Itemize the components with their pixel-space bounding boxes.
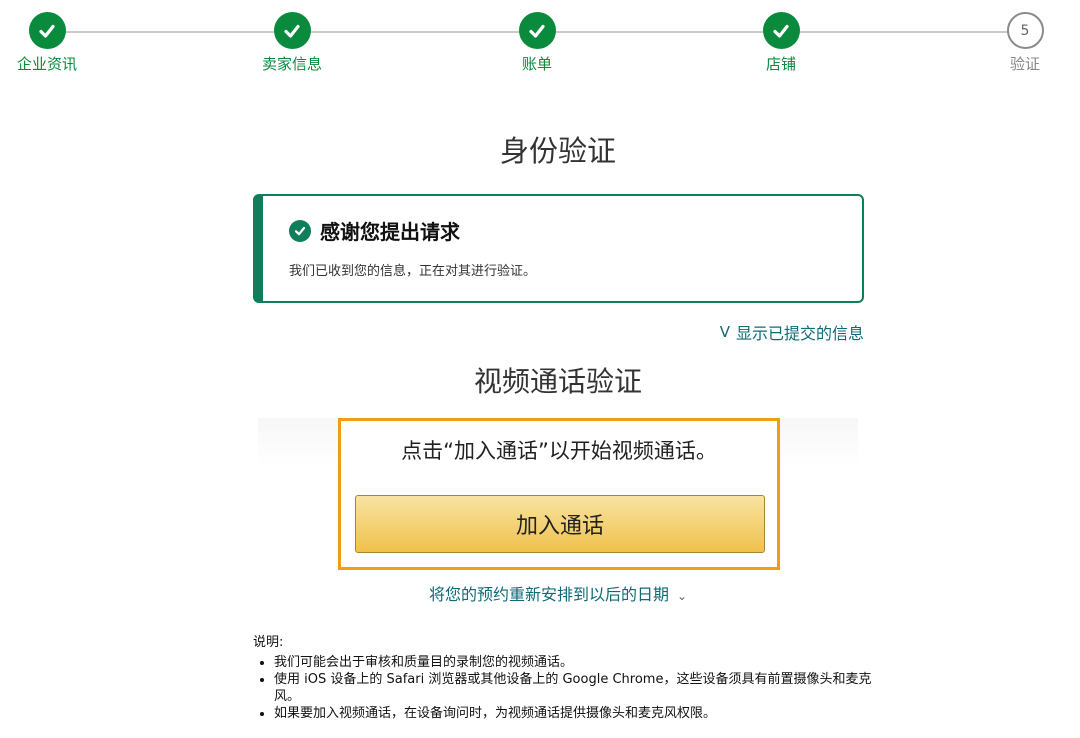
step-label: 验证 (1009, 55, 1040, 73)
reschedule-label: 将您的预约重新安排到以后的日期 (428, 585, 669, 604)
step-number-badge: 5 (1006, 12, 1044, 49)
instructions-notes: 说明: 我们可能会出于审核和质量目的录制您的视频通话。 使用 iOS 设备上的 … (253, 634, 873, 722)
step-complete-check-icon (518, 12, 556, 49)
notes-title: 说明: (253, 635, 284, 650)
step-billing: 账单 (477, 12, 597, 73)
success-alert-header: 感谢您提出请求 (289, 216, 460, 245)
reschedule-link[interactable]: 将您的预约重新安排到以后的日期 ⌄ (0, 581, 1080, 605)
show-submitted-info-label: 显示已提交的信息 (735, 324, 864, 343)
success-alert-message: 我们已收到您的信息，正在对其进行验证。 (289, 264, 537, 279)
chevron-down-icon: ⌄ (676, 589, 688, 603)
progress-stepper: 企业资讯 卖家信息 账单 店铺 5 验证 (0, 0, 1080, 90)
list-item: 我们可能会出于审核和质量目的录制您的视频通话。 (274, 654, 873, 671)
video-call-title: 视频通话验证 (473, 365, 642, 398)
step-seller-info: 卖家信息 (232, 12, 352, 73)
step-complete-check-icon (273, 12, 311, 49)
step-store: 店铺 (721, 12, 841, 73)
chevron-down-icon: V (719, 323, 730, 341)
step-label: 账单 (521, 55, 552, 73)
step-complete-check-icon (762, 12, 800, 49)
step-complete-check-icon (28, 12, 66, 49)
step-label: 企业资讯 (16, 55, 77, 73)
page-title: 身份验证 (499, 134, 616, 168)
step-company-info: 企业资讯 (0, 12, 107, 73)
step-verification: 5 验证 (965, 12, 1080, 73)
step-label: 店铺 (765, 55, 796, 73)
show-submitted-info-link[interactable]: V 显示已提交的信息 (720, 320, 864, 344)
list-item: 如果要加入视频通话，在设备询问时，为视频通话提供摄像头和麦克风权限。 (274, 705, 873, 722)
list-item: 使用 iOS 设备上的 Safari 浏览器或其他设备上的 Google Chr… (274, 671, 873, 705)
success-alert-title: 感谢您提出请求 (320, 220, 460, 244)
call-instruction: 点击“加入通话”以开始视频通话。 (401, 439, 717, 463)
join-call-button[interactable]: 加入通话 (355, 495, 765, 553)
notes-list: 我们可能会出于审核和质量目的录制您的视频通话。 使用 iOS 设备上的 Safa… (253, 654, 873, 722)
video-call-panel: 点击“加入通话”以开始视频通话。 加入通话 (338, 418, 780, 570)
success-alert: 感谢您提出请求 我们已收到您的信息，正在对其进行验证。 (253, 194, 864, 303)
step-label: 卖家信息 (261, 55, 322, 73)
check-circle-icon (289, 219, 311, 242)
